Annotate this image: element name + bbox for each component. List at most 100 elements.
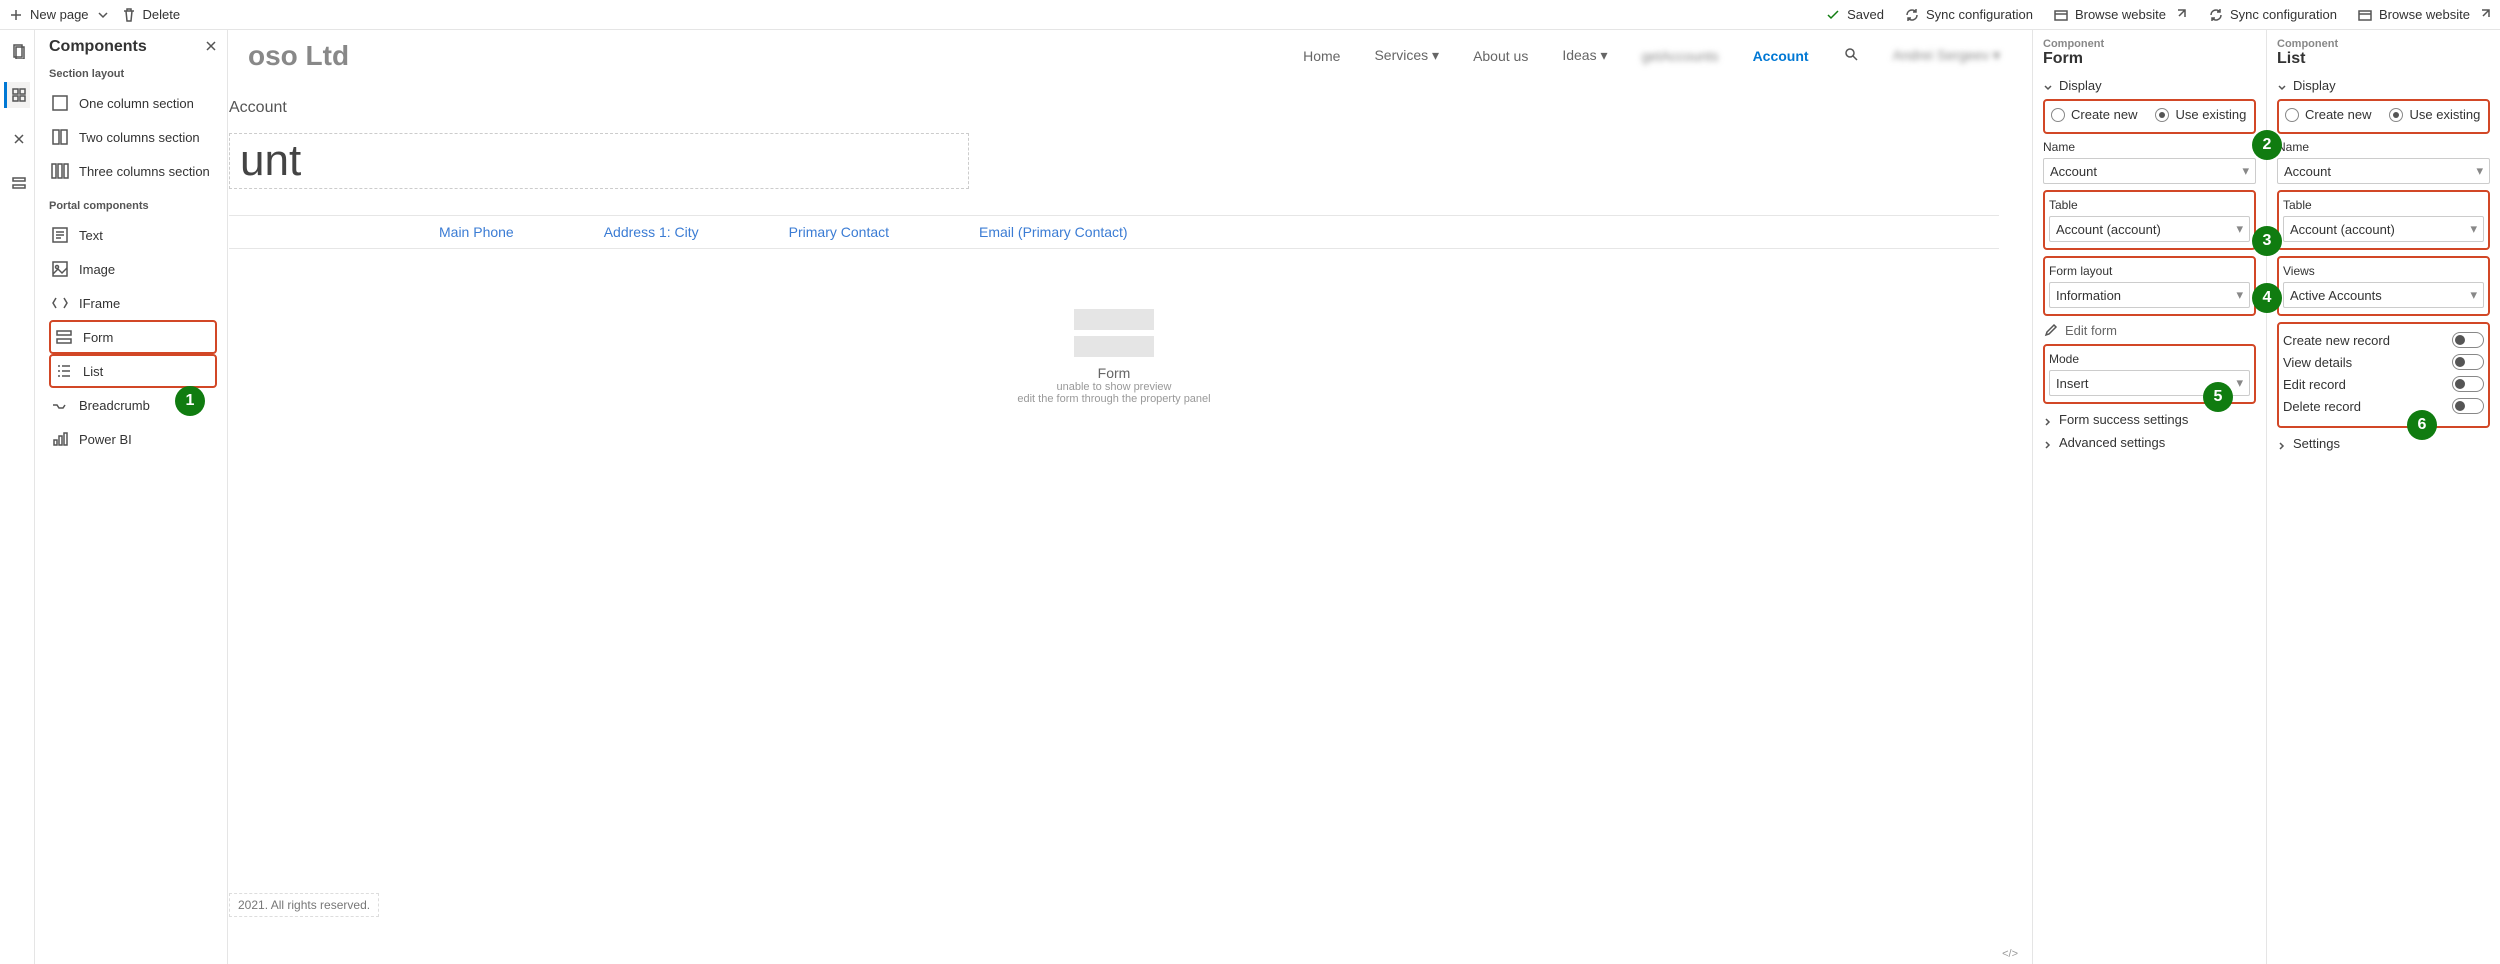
sync-config-2-button[interactable]: Sync configuration — [2208, 7, 2337, 23]
list-views-select[interactable]: Active Accounts▾ — [2283, 282, 2484, 308]
image-component-item[interactable]: Image — [49, 252, 217, 286]
create-new-record-label: Create new record — [2283, 333, 2390, 348]
list-create-use-radio-group: Create new Use existing — [2283, 103, 2484, 126]
popout-icon — [2172, 7, 2188, 23]
section-layout-heading: Section layout — [49, 68, 217, 80]
site-brand: oso Ltd — [248, 40, 349, 72]
text-label: Text — [79, 228, 103, 243]
rail-pages-button[interactable] — [4, 38, 30, 64]
breadcrumb-icon — [51, 396, 69, 414]
create-new-record-toggle[interactable] — [2452, 332, 2484, 348]
image-icon — [51, 260, 69, 278]
nav-services[interactable]: Services ▾ — [1374, 47, 1439, 64]
nav-search[interactable] — [1843, 46, 1859, 65]
form-placeholder[interactable]: Form unable to show preview edit the for… — [229, 309, 1999, 405]
two-column-section-item[interactable]: Two columns section — [49, 120, 217, 154]
form-display-section-header[interactable]: Display — [2043, 78, 2256, 93]
pencil-icon — [2043, 322, 2059, 338]
nav-getaccounts[interactable]: getAccounts — [1642, 48, 1719, 64]
form-ph-line2: unable to show preview — [229, 381, 1999, 393]
code-toggle[interactable]: </> — [2002, 948, 2018, 960]
badge-2: 2 — [2252, 130, 2282, 160]
text-component-item[interactable]: Text — [49, 218, 217, 252]
form-name-select[interactable]: Account▾ — [2043, 158, 2256, 184]
chevron-down-icon — [95, 7, 111, 23]
form-advanced-label: Advanced settings — [2059, 435, 2165, 450]
badge-6: 6 — [2407, 410, 2437, 440]
form-ph-title: Form — [229, 365, 1999, 381]
chevron-down-icon: ▾ — [2236, 375, 2243, 391]
nav-about[interactable]: About us — [1473, 48, 1528, 64]
sync-config-label-2: Sync configuration — [2230, 7, 2337, 22]
powerbi-label: Power BI — [79, 432, 132, 447]
nav-ideas[interactable]: Ideas ▾ — [1562, 47, 1607, 64]
form-advanced-section-header[interactable]: Advanced settings — [2043, 435, 2256, 450]
footer-copyright: 2021. All rights reserved. — [229, 893, 379, 917]
one-column-label: One column section — [79, 96, 194, 111]
refresh-icon — [1904, 7, 1920, 23]
col-email-primary-contact[interactable]: Email (Primary Contact) — [979, 224, 1128, 240]
close-panel-button[interactable] — [203, 38, 219, 57]
chevron-down-icon — [2277, 81, 2287, 91]
external-icon — [2053, 7, 2069, 23]
chevron-down-icon — [2043, 81, 2053, 91]
list-name-label: Name — [2277, 140, 2490, 154]
iframe-component-item[interactable]: IFrame — [49, 286, 217, 320]
powerbi-icon — [51, 430, 69, 448]
col-primary-contact[interactable]: Primary Contact — [789, 224, 889, 240]
list-use-existing-radio[interactable]: Use existing — [2389, 107, 2480, 122]
form-ph-line3: edit the form through the property panel — [229, 393, 1999, 405]
design-canvas[interactable]: oso Ltd Home Services ▾ About us Ideas ▾… — [228, 30, 2032, 964]
delete-record-toggle[interactable] — [2452, 398, 2484, 414]
browse-website-1-button[interactable]: Browse website — [2053, 7, 2188, 23]
browse-website-2-button[interactable]: Browse website — [2357, 7, 2492, 23]
view-details-toggle[interactable] — [2452, 354, 2484, 370]
chevron-right-icon — [2043, 415, 2053, 425]
badge-4: 4 — [2252, 283, 2282, 313]
form-component-name: Form — [2043, 50, 2256, 68]
edit-record-toggle[interactable] — [2452, 376, 2484, 392]
chevron-down-icon: ▾ — [2476, 163, 2483, 179]
list-table-select[interactable]: Account (account)▾ — [2283, 216, 2484, 242]
form-layout-select[interactable]: Information▾ — [2049, 282, 2250, 308]
form-success-section-header[interactable]: Form success settings — [2043, 412, 2256, 427]
chevron-down-icon: ▾ — [2470, 287, 2477, 303]
nav-home[interactable]: Home — [1303, 48, 1340, 64]
list-create-new-radio[interactable]: Create new — [2285, 107, 2371, 122]
form-component-item[interactable]: Form — [49, 320, 217, 354]
components-panel: Components Section layout One column sec… — [35, 30, 228, 964]
list-settings-section-header[interactable]: Settings — [2277, 436, 2490, 451]
delete-button[interactable]: Delete — [121, 7, 181, 23]
chevron-right-icon — [2277, 439, 2287, 449]
list-component-label: Component — [2277, 38, 2490, 50]
text-icon — [51, 226, 69, 244]
site-nav: Home Services ▾ About us Ideas ▾ getAcco… — [1303, 46, 2000, 65]
edit-form-link[interactable]: Edit form — [2043, 322, 2256, 338]
sync-config-1-button[interactable]: Sync configuration — [1904, 7, 2033, 23]
nav-account[interactable]: Account — [1753, 48, 1809, 64]
three-column-section-item[interactable]: Three columns section — [49, 154, 217, 188]
three-column-icon — [51, 162, 69, 180]
rail-settings-button[interactable] — [4, 170, 30, 196]
external-icon — [2357, 7, 2373, 23]
page-heading[interactable]: unt — [229, 133, 969, 189]
col-address-city[interactable]: Address 1: City — [604, 224, 699, 240]
form-table-select[interactable]: Account (account)▾ — [2049, 216, 2250, 242]
new-page-button[interactable]: New page — [8, 7, 111, 23]
list-name-select[interactable]: Account▾ — [2277, 158, 2490, 184]
list-display-section-header[interactable]: Display — [2277, 78, 2490, 93]
form-use-existing-radio[interactable]: Use existing — [2155, 107, 2246, 122]
rail-components-button[interactable] — [4, 82, 30, 108]
col-main-phone[interactable]: Main Phone — [439, 224, 514, 240]
components-title: Components — [49, 38, 217, 56]
two-column-label: Two columns section — [79, 130, 200, 145]
form-create-new-radio[interactable]: Create new — [2051, 107, 2137, 122]
form-success-label: Form success settings — [2059, 412, 2188, 427]
one-column-section-item[interactable]: One column section — [49, 86, 217, 120]
powerbi-component-item[interactable]: Power BI — [49, 422, 217, 456]
nav-user[interactable]: Andrei Sergeev ▾ — [1893, 47, 2000, 64]
badge-3: 3 — [2252, 226, 2282, 256]
list-component-item[interactable]: List — [49, 354, 217, 388]
left-rail — [0, 30, 35, 964]
rail-templates-button[interactable] — [4, 126, 30, 152]
